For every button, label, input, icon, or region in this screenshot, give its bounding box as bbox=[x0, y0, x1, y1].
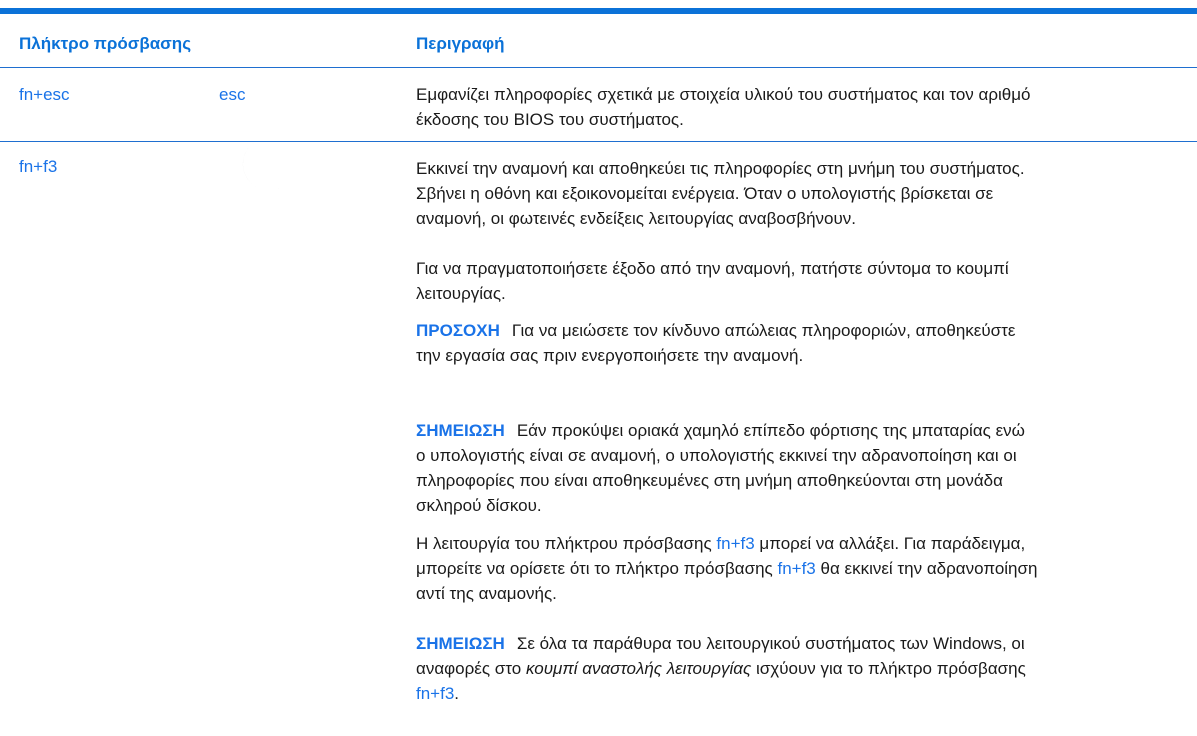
column-header-hotkey: Πλήκτρο πρόσβασης bbox=[19, 34, 192, 53]
note2-l2-b: ισχύουν για το πλήκτρο πρόσβασης bbox=[751, 659, 1026, 678]
note-label: ΣΗΜΕΙΩΣΗ bbox=[416, 634, 505, 653]
caution-note: ΠΡΟΣΟΧΗ Για να μειώσετε τον κίνδυνο απώλε… bbox=[416, 318, 1197, 368]
note-label: ΣΗΜΕΙΩΣΗ bbox=[416, 421, 505, 440]
note2-l1: Σε όλα τα παράθυρα του λειτουργικού συστ… bbox=[516, 634, 1025, 653]
caution-line2: την εργασία σας πριν ενεργοποιήσετε την … bbox=[416, 346, 804, 365]
note2-l2-a: αναφορές στο bbox=[416, 659, 526, 678]
note1-line3: πληροφορίες που είναι αποθηκευμένες στη … bbox=[416, 471, 1003, 490]
hotkey-fn-f3[interactable]: fn+f3 bbox=[19, 157, 57, 177]
p3-l1-a: Η λειτουργία του πλήκτρου πρόσβασης bbox=[416, 534, 717, 553]
note2-l3-end: . bbox=[454, 684, 460, 703]
note-battery: ΣΗΜΕΙΩΣΗ Εάν προκύψει οριακά χαμηλό επίπε… bbox=[416, 418, 1197, 518]
row1-desc-line1: Εμφανίζει πληροφορίες σχετικά με στοιχεί… bbox=[416, 85, 1031, 104]
row2-p1-line1: Εκκινεί την αναμονή και αποθηκεύει τις π… bbox=[416, 159, 1025, 178]
row2-p1-line2: Σβήνει η οθόνη και εξοικονομείται ενέργε… bbox=[416, 184, 994, 203]
row2-paragraph-2: Για να πραγματοποιήσετε έξοδο από την αν… bbox=[416, 256, 1197, 306]
note1-line4: σκληρού δίσκου. bbox=[416, 496, 542, 515]
p3-l1-b: μπορεί να αλλάξει. Για παράδειγμα, bbox=[754, 534, 1026, 553]
row1-desc-line2: έκδοσης του BIOS του συστήματος. bbox=[416, 110, 684, 129]
row2-paragraph-3: Η λειτουργία του πλήκτρου πρόσβασης fn+f… bbox=[416, 531, 1197, 606]
note1-line2: ο υπολογιστής είναι σε αναμονή, ο υπολογ… bbox=[416, 446, 1017, 465]
row2-p1-line3: αναμονή, οι φωτεινές ενδείξεις λειτουργί… bbox=[416, 209, 857, 228]
fn-f3-link[interactable]: fn+f3 bbox=[416, 684, 454, 703]
moon-icon bbox=[242, 142, 283, 191]
p3-l2-b: θα εκκινεί την αδρανοποίηση bbox=[815, 559, 1038, 578]
row2-description: Εκκινεί την αναμονή και αποθηκεύει τις π… bbox=[416, 156, 1197, 231]
header-rule bbox=[0, 67, 1197, 68]
table-top-rule bbox=[0, 8, 1197, 14]
note-windows: ΣΗΜΕΙΩΣΗ Σε όλα τα παράθυρα του λειτουργι… bbox=[416, 631, 1197, 706]
row2-p2-line1: Για να πραγματοποιήσετε έξοδο από την αν… bbox=[416, 259, 1009, 278]
row-rule bbox=[0, 141, 1197, 142]
column-header-description: Περιγραφή bbox=[416, 34, 505, 53]
caution-line1: Για να μειώσετε τον κίνδυνο απώλειας πλη… bbox=[511, 321, 1016, 340]
fn-f3-link[interactable]: fn+f3 bbox=[777, 559, 815, 578]
p3-l2-a: μπορείτε να ορίσετε ότι το πλήκτρο πρόσβ… bbox=[416, 559, 778, 578]
row1-description: Εμφανίζει πληροφορίες σχετικά με στοιχεί… bbox=[416, 82, 1197, 132]
p3-l3: αντί της αναμονής. bbox=[416, 584, 557, 603]
caution-label: ΠΡΟΣΟΧΗ bbox=[416, 321, 500, 340]
note1-line1: Εάν προκύψει οριακά χαμηλό επίπεδο φόρτι… bbox=[516, 421, 1025, 440]
key-esc-label: esc bbox=[219, 85, 246, 104]
fn-f3-link[interactable]: fn+f3 bbox=[716, 534, 754, 553]
hotkey-fn-esc[interactable]: fn+esc bbox=[19, 85, 70, 105]
row2-p2-line2: λειτουργίας. bbox=[416, 284, 506, 303]
note2-l2-italic: κουμπί αναστολής λειτουργίας bbox=[525, 659, 752, 678]
